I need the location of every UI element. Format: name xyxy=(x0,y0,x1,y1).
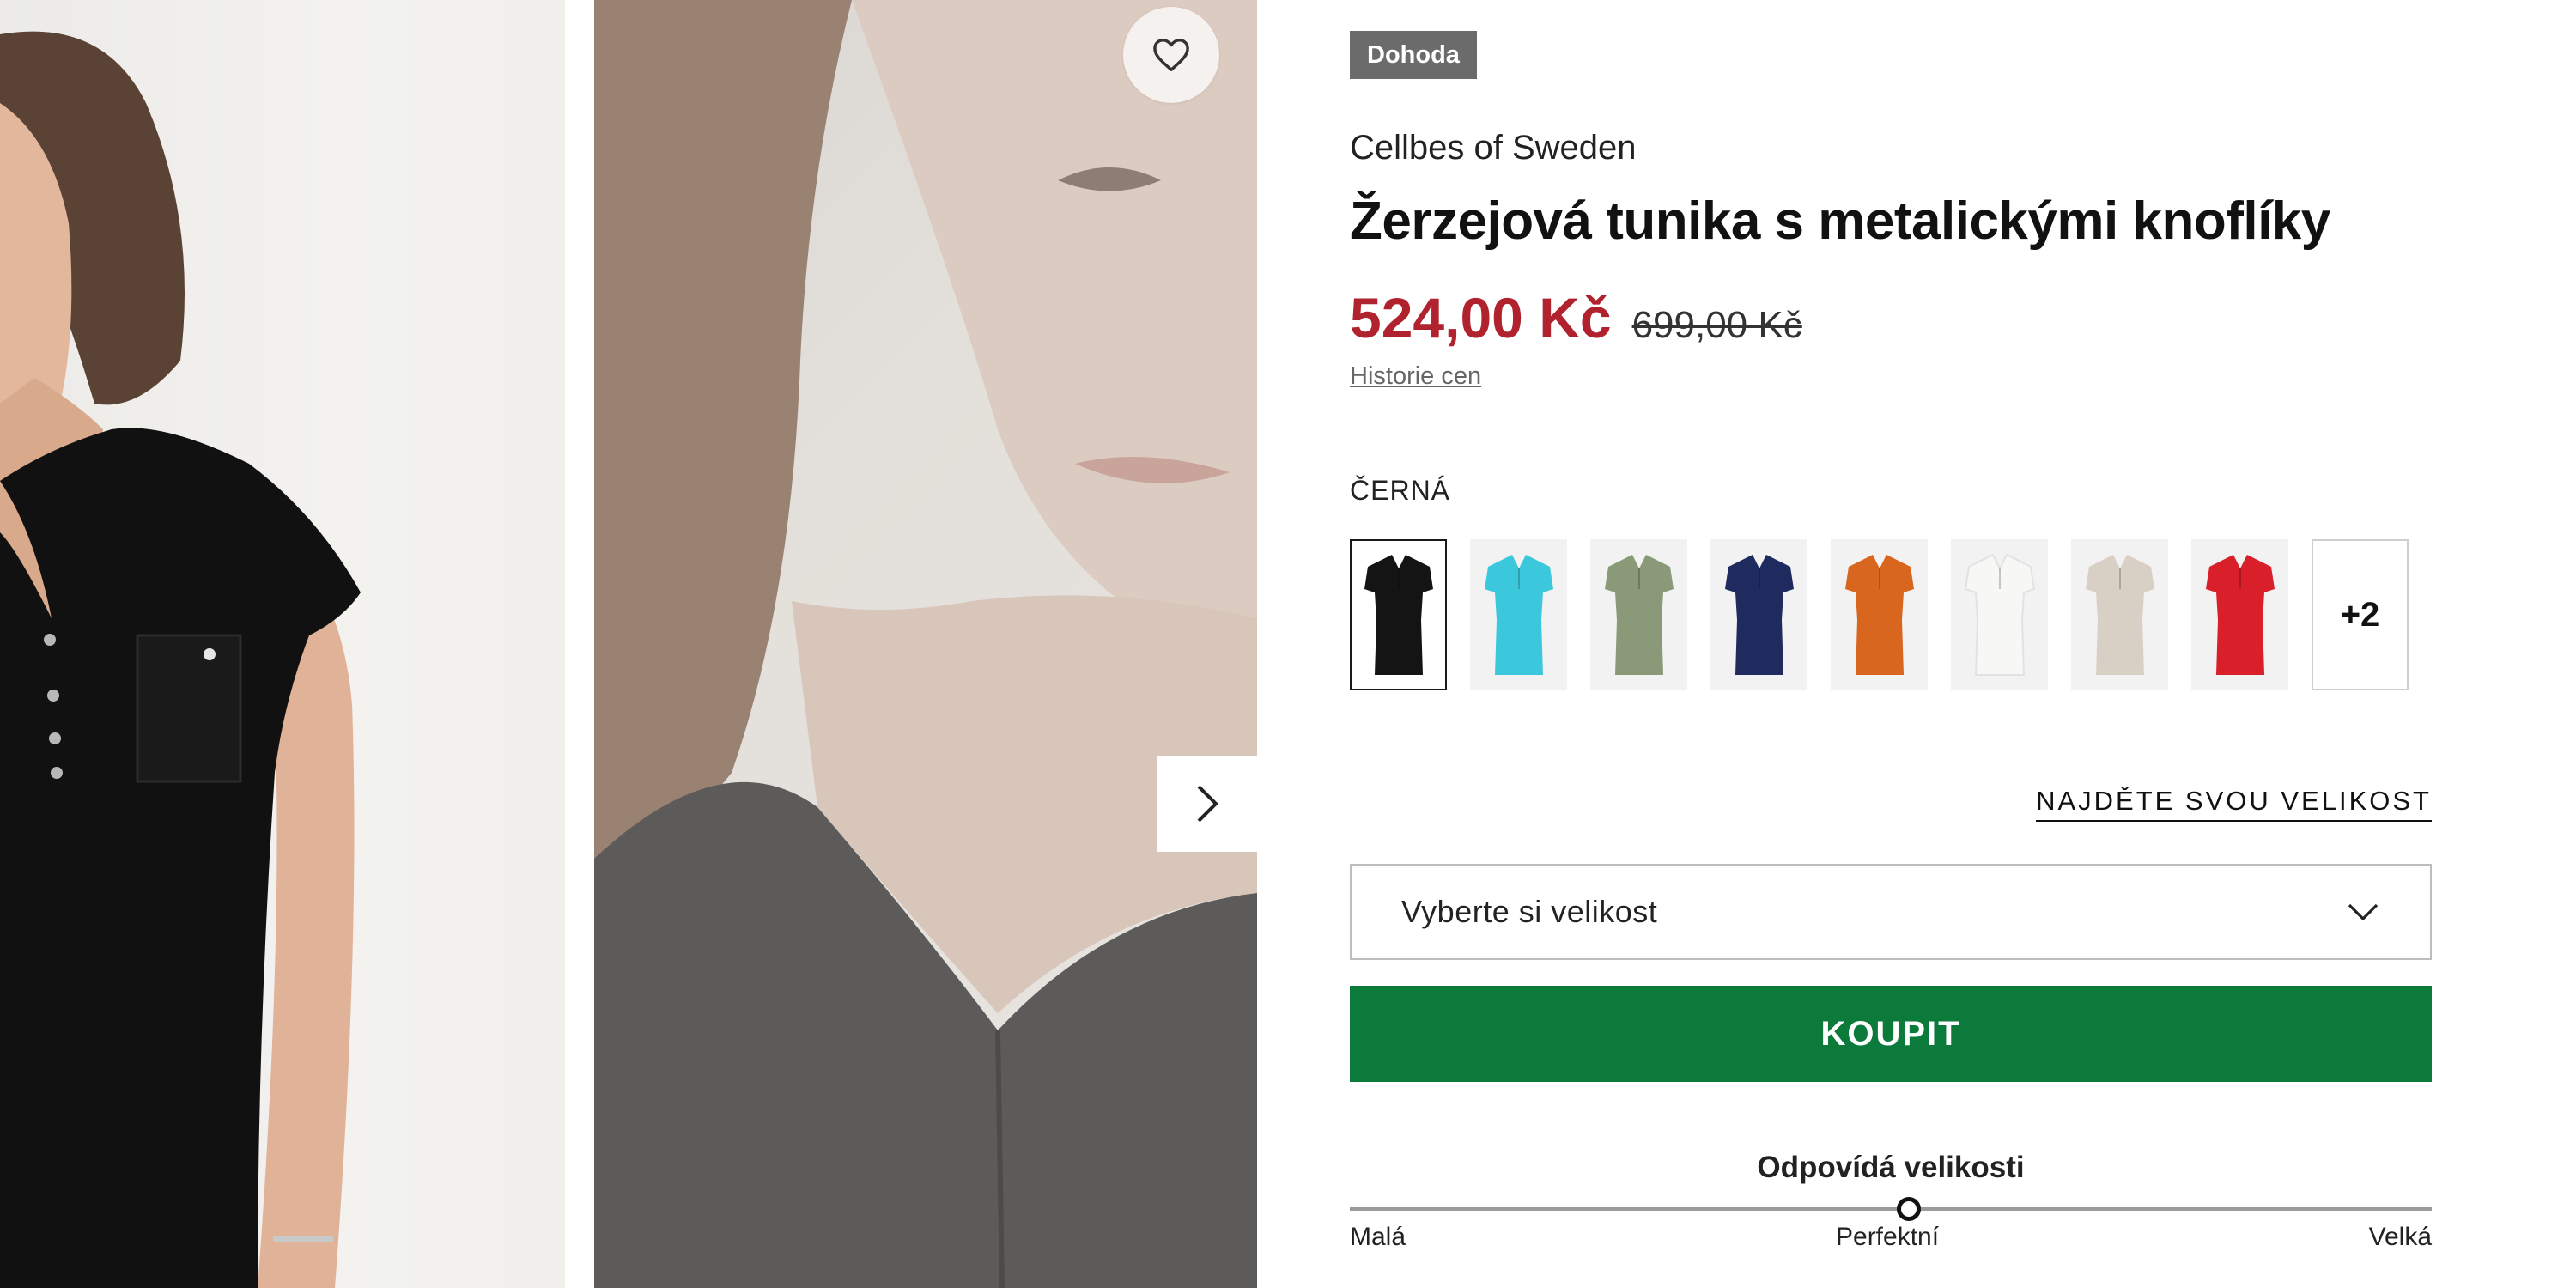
selected-color-name: ČERNÁ xyxy=(1350,475,1451,506)
original-price: 699,00 Kč xyxy=(1631,304,1802,346)
deal-badge: Dohoda xyxy=(1350,31,1477,79)
color-swatch-navy[interactable] xyxy=(1710,539,1807,690)
model-closeup-illustration xyxy=(594,0,1257,1288)
chevron-down-icon xyxy=(2348,903,2379,921)
next-image-button[interactable] xyxy=(1157,756,1257,852)
more-colors-button[interactable]: +2 xyxy=(2312,539,2409,690)
tunic-thumbnail-icon xyxy=(1964,553,2035,676)
color-swatches: +2 xyxy=(1350,539,2409,690)
color-swatch-red[interactable] xyxy=(2191,539,2288,690)
product-photo-closeup[interactable] xyxy=(594,0,1257,1288)
product-photo-main[interactable] xyxy=(0,0,565,1288)
fit-label-small: Malá xyxy=(1350,1223,1406,1251)
tunic-thumbnail-icon xyxy=(1484,555,1553,675)
tunic-thumbnail-icon xyxy=(1604,555,1674,675)
tunic-thumbnail-icon xyxy=(1724,555,1794,675)
fit-scale-track xyxy=(1350,1207,2432,1211)
size-select-placeholder: Vyberte si velikost xyxy=(1401,894,1658,929)
color-swatch-orange[interactable] xyxy=(1831,539,1928,690)
model-photo-illustration xyxy=(0,31,361,1288)
fit-label-large: Velká xyxy=(2368,1223,2432,1251)
product-brand[interactable]: Cellbes of Sweden xyxy=(1350,129,1637,167)
find-size-link[interactable]: NAJDĚTE SVOU VELIKOST xyxy=(2036,786,2432,822)
color-swatch-khaki[interactable] xyxy=(1590,539,1687,690)
tunic-thumbnail-icon xyxy=(2085,555,2154,675)
price-row: 524,00 Kč 699,00 Kč xyxy=(1350,285,1802,350)
color-swatch-turquoise[interactable] xyxy=(1470,539,1567,690)
wishlist-button[interactable] xyxy=(1123,7,1219,103)
color-swatch-white[interactable] xyxy=(1951,539,2048,690)
color-swatch-beige[interactable] xyxy=(2071,539,2168,690)
product-title: Žerzejová tunika s metalickými knoflíky xyxy=(1350,191,2330,251)
size-select[interactable]: Vyberte si velikost xyxy=(1350,864,2432,960)
tunic-thumbnail-icon xyxy=(1844,555,1914,675)
heart-outline-icon xyxy=(1153,39,1189,71)
current-price: 524,00 Kč xyxy=(1350,286,1612,349)
fit-scale-marker xyxy=(1897,1197,1922,1221)
fit-title: Odpovídá velikosti xyxy=(1757,1151,2025,1184)
fit-label-perfect: Perfektní xyxy=(1836,1223,1940,1251)
price-history-link[interactable]: Historie cen xyxy=(1350,362,1481,391)
buy-button[interactable]: KOUPIT xyxy=(1350,986,2432,1082)
tunic-thumbnail-icon xyxy=(1364,555,1433,675)
tunic-thumbnail-icon xyxy=(2205,555,2275,675)
chevron-right-icon xyxy=(1197,785,1218,823)
color-swatch-black[interactable] xyxy=(1350,539,1447,690)
